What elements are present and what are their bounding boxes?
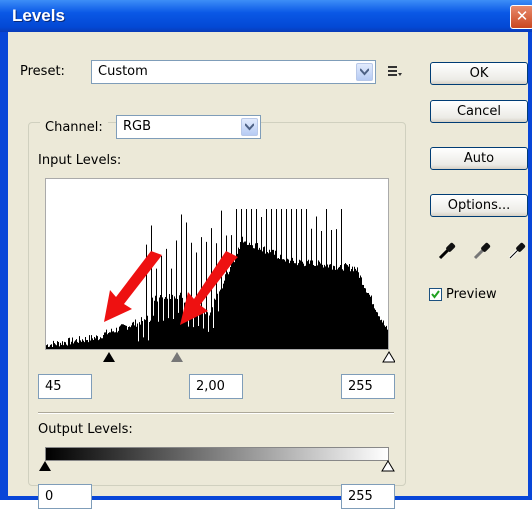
separator xyxy=(38,412,394,414)
preset-select[interactable]: Custom xyxy=(91,60,376,84)
white-eyedropper-icon[interactable] xyxy=(508,242,526,264)
output-black-field[interactable]: 0 xyxy=(38,484,92,509)
black-eyedropper-icon[interactable] xyxy=(438,242,456,264)
preset-value: Custom xyxy=(98,64,148,79)
preview-label: Preview xyxy=(446,287,497,302)
output-white-slider[interactable] xyxy=(381,460,395,472)
output-black-slider[interactable] xyxy=(39,461,51,471)
channel-value: RGB xyxy=(123,119,152,134)
output-gradient xyxy=(45,447,389,461)
channel-select[interactable]: RGB xyxy=(116,115,261,139)
white-point-slider[interactable] xyxy=(382,351,395,363)
input-slider-track xyxy=(103,351,395,363)
input-gamma-field[interactable]: 2,00 xyxy=(189,374,243,399)
black-point-slider[interactable] xyxy=(103,352,115,362)
gamma-slider[interactable] xyxy=(171,352,183,362)
chevron-down-icon xyxy=(241,118,258,136)
output-levels-label: Output Levels: xyxy=(38,422,133,437)
title-bar[interactable]: Levels ✕ xyxy=(0,0,532,32)
close-icon: ✕ xyxy=(515,7,529,25)
chevron-down-icon xyxy=(356,63,373,81)
preset-label: Preset: xyxy=(20,64,65,79)
input-white-field[interactable]: 255 xyxy=(341,374,395,399)
close-button[interactable]: ✕ xyxy=(510,5,532,29)
gray-eyedropper-icon[interactable] xyxy=(473,242,491,264)
preview-checkbox[interactable] xyxy=(429,288,442,301)
red-arrow-gamma-point xyxy=(180,251,238,325)
options-button[interactable]: Options... xyxy=(430,194,528,217)
checkmark-icon xyxy=(431,290,440,299)
output-slider-track xyxy=(39,460,395,472)
red-arrow-black-point xyxy=(104,251,162,322)
input-black-field[interactable]: 45 xyxy=(38,374,92,399)
dialog-body: Preset: Custom OK Cancel Auto Options... xyxy=(0,32,532,509)
preset-options-icon[interactable] xyxy=(388,64,402,82)
levels-dialog: Levels ✕ Preset: Custom OK Cancel Auto O… xyxy=(0,0,532,509)
output-white-field[interactable]: 255 xyxy=(341,484,395,509)
auto-button[interactable]: Auto xyxy=(430,147,528,170)
window-title: Levels xyxy=(12,6,65,25)
input-levels-label: Input Levels: xyxy=(38,153,122,168)
channel-label: Channel: xyxy=(40,120,108,135)
cancel-button[interactable]: Cancel xyxy=(430,100,528,123)
ok-button[interactable]: OK xyxy=(430,62,528,85)
annotation-arrows xyxy=(104,251,238,325)
